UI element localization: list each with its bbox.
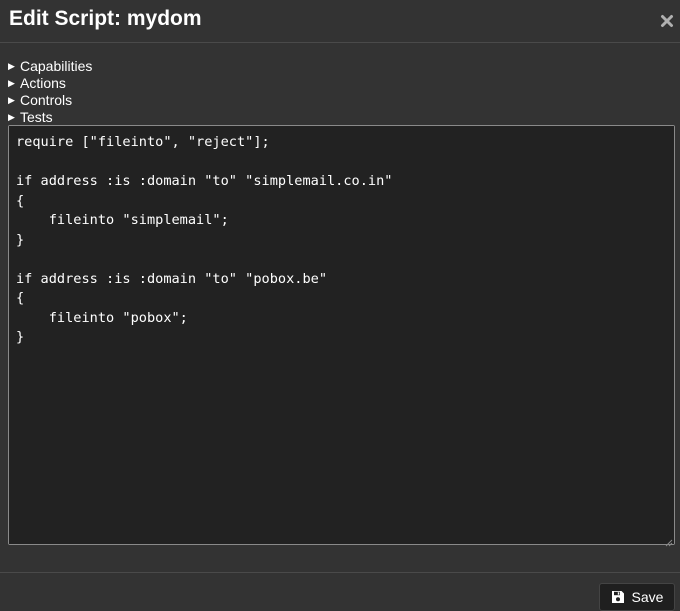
close-icon: [660, 13, 674, 29]
dialog-title: Edit Script: mydom: [9, 7, 202, 30]
triangle-right-icon: ▶: [8, 112, 15, 122]
toggle-controls[interactable]: ▶ Controls: [8, 92, 92, 109]
toggle-label: Capabilities: [20, 58, 93, 74]
edit-script-dialog: Edit Script: mydom ▶ Capabilities ▶ Acti…: [0, 0, 680, 611]
save-label: Save: [631, 589, 664, 605]
toggle-capabilities[interactable]: ▶ Capabilities: [8, 58, 92, 75]
floppy-disk-icon: [611, 590, 625, 604]
close-button[interactable]: [660, 13, 674, 29]
dialog-footer: Save: [0, 572, 680, 611]
triangle-right-icon: ▶: [8, 61, 15, 71]
script-editor-container: require ["fileinto", "reject"]; if addre…: [8, 125, 675, 547]
triangle-right-icon: ▶: [8, 95, 15, 105]
toggle-tests[interactable]: ▶ Tests: [8, 109, 92, 126]
snippet-toggle-list: ▶ Capabilities ▶ Actions ▶ Controls ▶ Te…: [8, 58, 92, 126]
save-button[interactable]: Save: [599, 583, 675, 611]
toggle-label: Controls: [20, 92, 73, 108]
toggle-label: Actions: [20, 75, 66, 91]
triangle-right-icon: ▶: [8, 78, 15, 88]
dialog-header: Edit Script: mydom: [0, 0, 680, 43]
script-editor[interactable]: require ["fileinto", "reject"]; if addre…: [9, 126, 674, 544]
toggle-actions[interactable]: ▶ Actions: [8, 75, 92, 92]
toggle-label: Tests: [20, 109, 53, 125]
resize-grip-icon[interactable]: [664, 534, 673, 547]
